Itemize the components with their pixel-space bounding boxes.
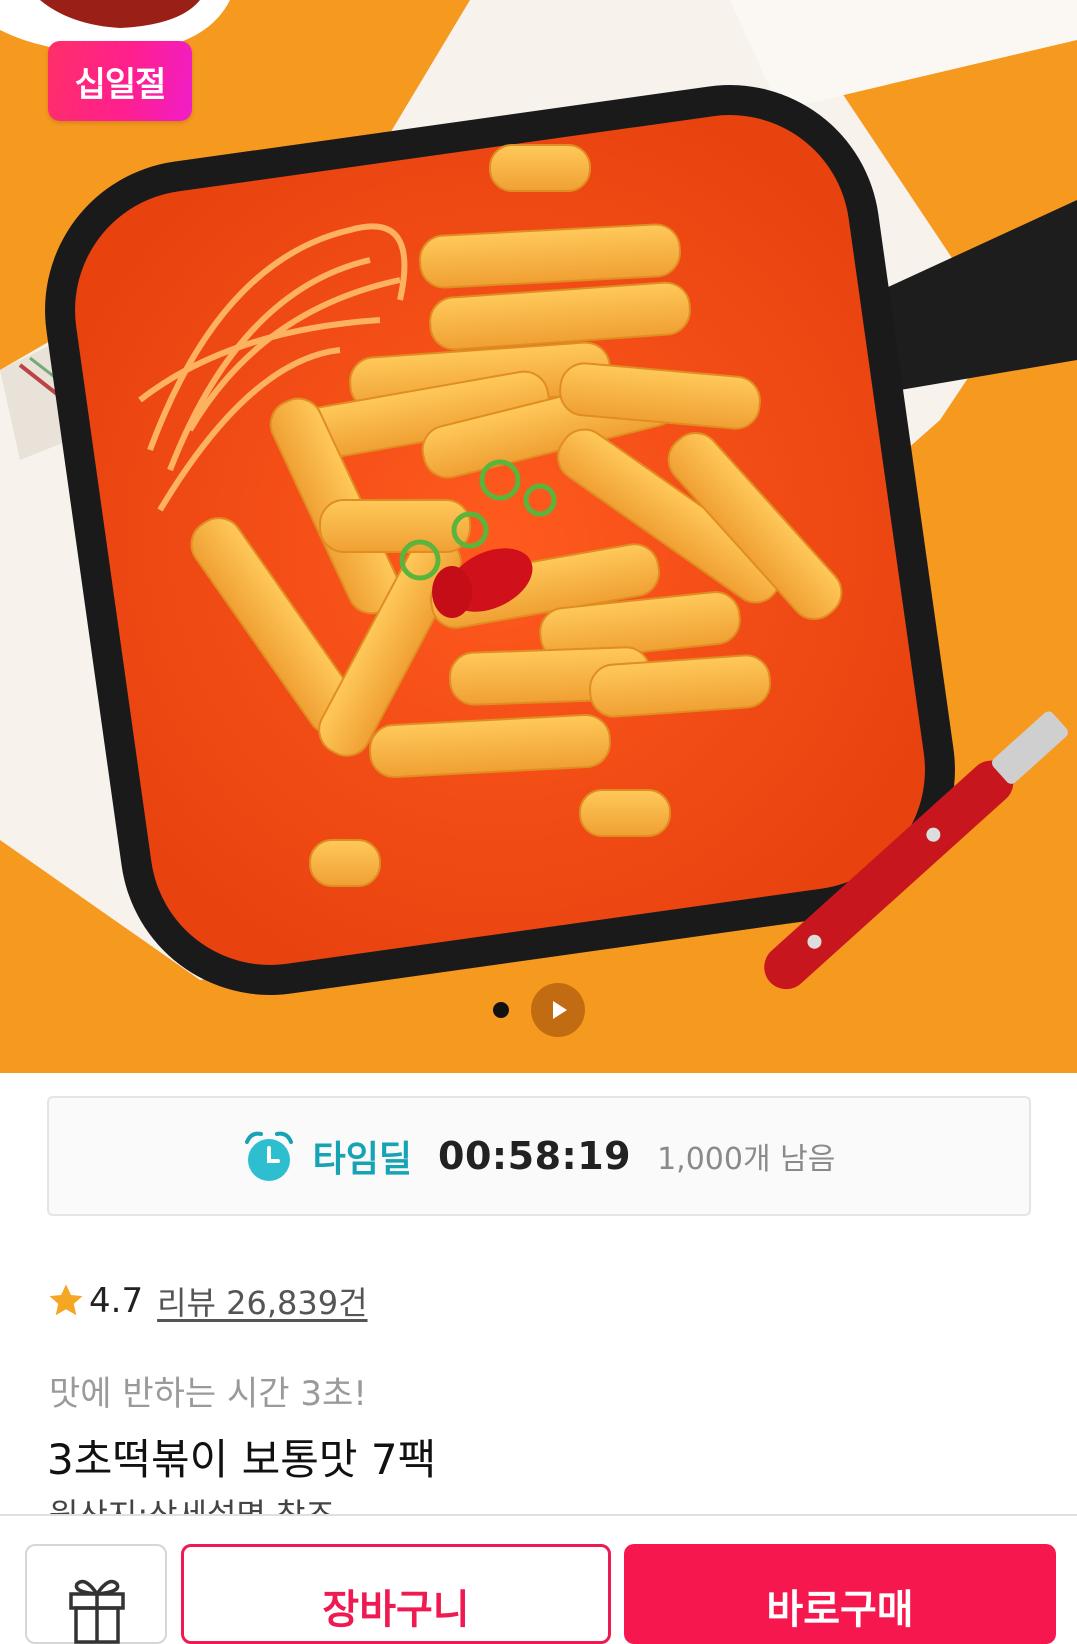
product-rating: 4.7 리뷰 26,839건	[47, 1276, 368, 1326]
rating-score: 4.7	[89, 1281, 144, 1321]
alarm-clock-icon	[244, 1131, 293, 1181]
bottom-action-bar: 장바구니 바로구매	[0, 1514, 1077, 1644]
review-count-link[interactable]: 리뷰 26,839건	[157, 1278, 367, 1324]
star-icon	[49, 1284, 83, 1316]
product-origin: 원산지:상세설명 참조	[49, 1496, 335, 1516]
timedeal-stock-remaining: 1,000개 남음	[657, 1142, 836, 1177]
carousel-pager	[0, 982, 1077, 1038]
event-badge: 십일절	[48, 41, 192, 121]
timedeal-banner: 타임딜 00:58:19 1,000개 남음	[47, 1096, 1031, 1216]
product-photo	[0, 0, 1077, 1073]
play-icon	[552, 1001, 567, 1019]
timedeal-label: 타임딜	[312, 1139, 413, 1180]
timedeal-countdown: 00:58:19	[438, 1134, 632, 1178]
gift-icon	[69, 1579, 125, 1644]
product-image-carousel[interactable]: 십일절	[0, 0, 1077, 1073]
pager-dot-active[interactable]	[492, 1002, 509, 1018]
gift-button[interactable]	[25, 1544, 167, 1644]
buy-now-button[interactable]: 바로구매	[624, 1544, 1056, 1644]
product-subtitle: 맛에 반하는 시간 3초!	[49, 1374, 367, 1414]
video-play-button[interactable]	[530, 983, 585, 1037]
add-to-cart-button[interactable]: 장바구니	[181, 1544, 611, 1644]
product-title: 3초떡볶이 보통맛 7팩	[47, 1435, 437, 1484]
